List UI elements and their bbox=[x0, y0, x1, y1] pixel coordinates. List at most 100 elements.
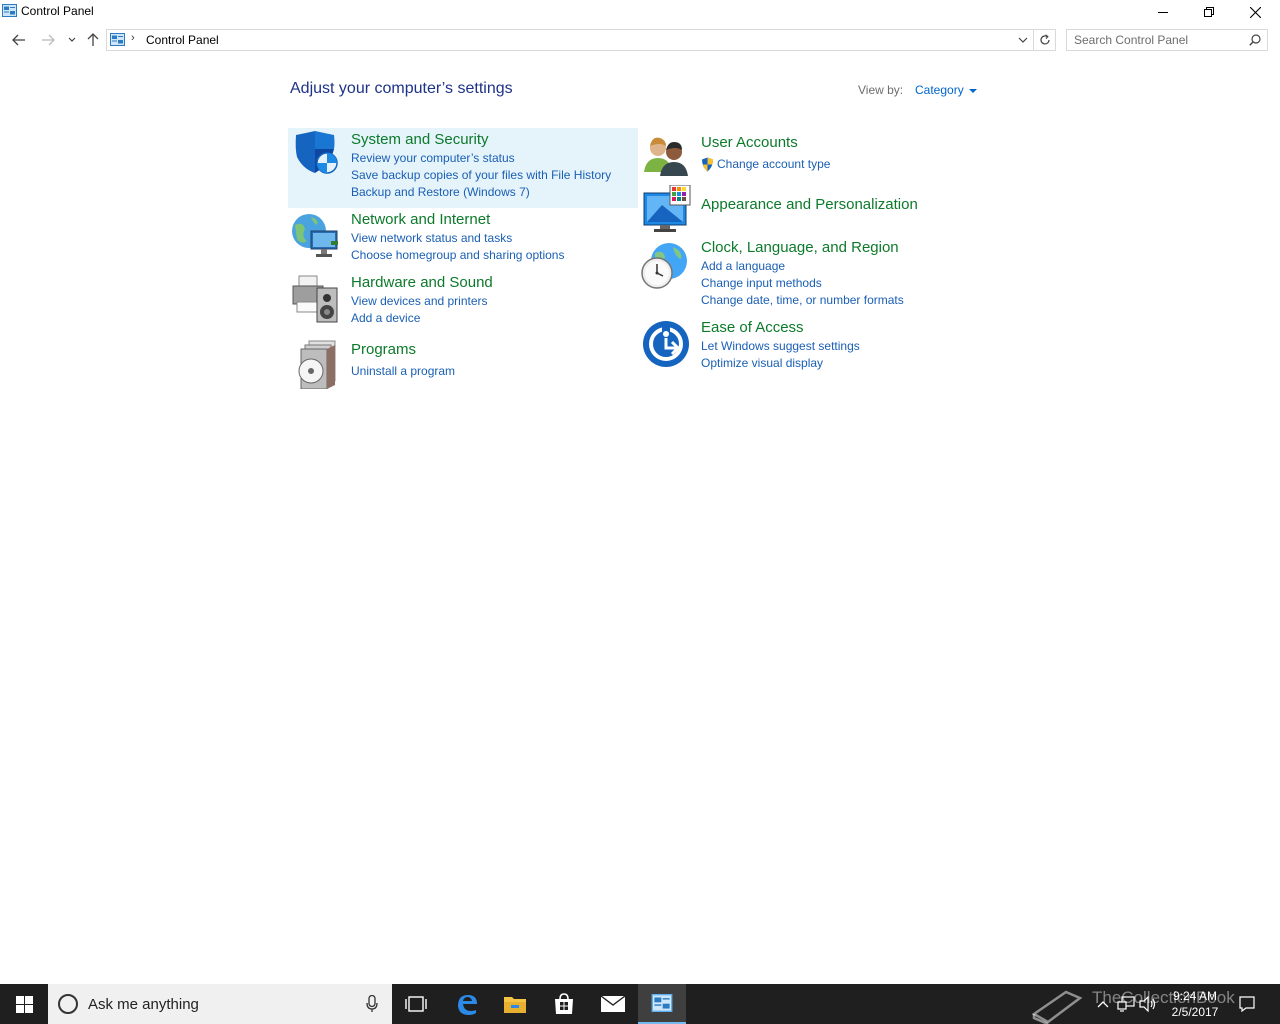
network-icon bbox=[1117, 996, 1135, 1012]
network-tray-button[interactable] bbox=[1116, 984, 1136, 1024]
back-arrow-icon bbox=[12, 34, 25, 46]
search-box[interactable] bbox=[1066, 29, 1268, 51]
close-button[interactable] bbox=[1232, 0, 1278, 24]
printer-speaker-icon bbox=[292, 275, 338, 323]
link-backup-restore[interactable]: Backup and Restore (Windows 7) bbox=[351, 185, 530, 199]
control-panel-window: Control Panel › Control Panel Search Con… bbox=[0, 0, 1280, 984]
taskbar-search-box[interactable]: Ask me anything bbox=[48, 984, 392, 1024]
ease-of-access-icon bbox=[643, 321, 689, 367]
breadcrumb-separator[interactable]: › bbox=[131, 32, 135, 44]
control-panel-icon bbox=[110, 33, 125, 46]
taskbar-search-placeholder[interactable]: Ask me anything bbox=[88, 996, 199, 1013]
link-change-input-methods[interactable]: Change input methods bbox=[701, 276, 822, 290]
clock-time: 9:24 AM bbox=[1172, 989, 1218, 1003]
clock-globe-icon bbox=[641, 243, 687, 289]
file-explorer-taskbar-button[interactable] bbox=[491, 984, 539, 1024]
link-change-account-type[interactable]: Change account type bbox=[701, 157, 830, 172]
category-user-accounts[interactable]: User Accounts Change account type bbox=[638, 130, 988, 180]
volume-tray-button[interactable] bbox=[1138, 984, 1158, 1024]
link-homegroup[interactable]: Choose homegroup and sharing options bbox=[351, 248, 564, 262]
category-title[interactable]: Hardware and Sound bbox=[351, 274, 493, 291]
uac-shield-icon bbox=[702, 157, 713, 172]
title-bar[interactable]: Control Panel bbox=[0, 0, 1280, 24]
show-hidden-icons-button[interactable] bbox=[1094, 984, 1112, 1024]
restore-icon bbox=[1204, 7, 1214, 17]
category-network-and-internet[interactable]: Network and Internet View network status… bbox=[288, 210, 638, 268]
category-clock-language-region[interactable]: Clock, Language, and Region Add a langua… bbox=[638, 238, 988, 310]
view-by-dropdown[interactable]: Category bbox=[915, 83, 977, 97]
windows-logo-icon bbox=[15, 995, 33, 1013]
minimize-icon bbox=[1158, 12, 1168, 13]
window-title: Control Panel bbox=[21, 4, 94, 18]
chevron-down-icon bbox=[1018, 37, 1028, 43]
taskbar: Ask me anything 9:24 AM 2/5/2017 TheColl… bbox=[0, 984, 1280, 1024]
link-windows-suggest-settings[interactable]: Let Windows suggest settings bbox=[701, 339, 860, 353]
users-icon bbox=[644, 137, 688, 176]
show-hidden-icons-icon bbox=[1097, 1001, 1109, 1008]
minimize-button[interactable] bbox=[1140, 0, 1186, 24]
book-logo-icon bbox=[1031, 990, 1083, 1024]
start-button[interactable] bbox=[0, 984, 48, 1024]
mail-taskbar-button[interactable] bbox=[589, 984, 637, 1024]
category-title[interactable]: Appearance and Personalization bbox=[701, 196, 918, 213]
category-hardware-and-sound[interactable]: Hardware and Sound View devices and prin… bbox=[288, 272, 638, 330]
network-globe-icon bbox=[292, 214, 338, 257]
store-icon bbox=[555, 993, 573, 1014]
link-change-date-formats[interactable]: Change date, time, or number formats bbox=[701, 293, 904, 307]
breadcrumb-control-panel[interactable]: Control Panel bbox=[146, 33, 219, 47]
page-heading: Adjust your computer’s settings bbox=[290, 80, 513, 97]
category-title[interactable]: Clock, Language, and Region bbox=[701, 239, 899, 256]
caret-down-icon bbox=[968, 88, 977, 93]
category-title[interactable]: User Accounts bbox=[701, 134, 798, 151]
taskbar-clock[interactable]: 9:24 AM 2/5/2017 bbox=[1162, 988, 1228, 1020]
category-title[interactable]: Ease of Access bbox=[701, 319, 804, 336]
forward-arrow-icon bbox=[42, 34, 55, 46]
up-arrow-icon bbox=[87, 33, 99, 46]
view-by-value[interactable]: Category bbox=[915, 83, 964, 97]
cortana-icon[interactable] bbox=[58, 994, 78, 1014]
link-devices-printers[interactable]: View devices and printers bbox=[351, 294, 488, 308]
link-add-device[interactable]: Add a device bbox=[351, 311, 420, 325]
navigation-bar: › Control Panel bbox=[0, 27, 1280, 53]
address-bar[interactable]: › Control Panel bbox=[106, 29, 1056, 51]
microphone-icon[interactable] bbox=[366, 995, 378, 1013]
task-view-icon bbox=[405, 996, 427, 1012]
category-programs[interactable]: Programs Uninstall a program bbox=[288, 338, 638, 389]
link-add-language[interactable]: Add a language bbox=[701, 259, 785, 273]
control-panel-icon bbox=[2, 4, 17, 17]
action-center-button[interactable] bbox=[1234, 984, 1260, 1024]
up-button[interactable] bbox=[83, 30, 103, 50]
link-review-status[interactable]: Review your computer’s status bbox=[351, 151, 515, 165]
refresh-button[interactable] bbox=[1033, 30, 1055, 50]
link-uninstall-program[interactable]: Uninstall a program bbox=[351, 364, 455, 378]
edge-taskbar-button[interactable] bbox=[443, 984, 491, 1024]
category-ease-of-access[interactable]: Ease of Access Let Windows suggest setti… bbox=[638, 318, 988, 374]
edge-icon bbox=[458, 995, 477, 1015]
link-optimize-visual-display[interactable]: Optimize visual display bbox=[701, 356, 823, 370]
monitor-palette-icon bbox=[643, 185, 691, 232]
link-change-account-type-label[interactable]: Change account type bbox=[717, 157, 830, 171]
address-dropdown-button[interactable] bbox=[1015, 31, 1031, 49]
forward-button[interactable] bbox=[38, 30, 58, 50]
recent-locations-button[interactable] bbox=[62, 30, 82, 50]
category-title[interactable]: System and Security bbox=[351, 131, 489, 148]
action-center-icon bbox=[1239, 996, 1255, 1012]
category-title[interactable]: Network and Internet bbox=[351, 211, 490, 228]
restore-button[interactable] bbox=[1186, 0, 1232, 24]
control-panel-taskbar-button[interactable] bbox=[638, 984, 686, 1024]
clock-date: 2/5/2017 bbox=[1171, 1005, 1219, 1019]
close-icon bbox=[1249, 6, 1261, 18]
link-network-status[interactable]: View network status and tasks bbox=[351, 231, 512, 245]
programs-disc-icon bbox=[298, 340, 336, 389]
refresh-icon bbox=[1039, 34, 1050, 45]
store-taskbar-button[interactable] bbox=[540, 984, 588, 1024]
task-view-button[interactable] bbox=[392, 984, 440, 1024]
shield-icon bbox=[295, 131, 338, 174]
category-title[interactable]: Programs bbox=[351, 341, 416, 358]
category-appearance-and-personalization[interactable]: Appearance and Personalization bbox=[638, 184, 988, 234]
back-button[interactable] bbox=[9, 30, 29, 50]
link-file-history[interactable]: Save backup copies of your files with Fi… bbox=[351, 168, 611, 182]
search-icon[interactable] bbox=[1249, 34, 1261, 46]
search-input[interactable] bbox=[1067, 30, 1243, 50]
category-system-and-security[interactable]: System and Security Review your computer… bbox=[288, 128, 638, 208]
